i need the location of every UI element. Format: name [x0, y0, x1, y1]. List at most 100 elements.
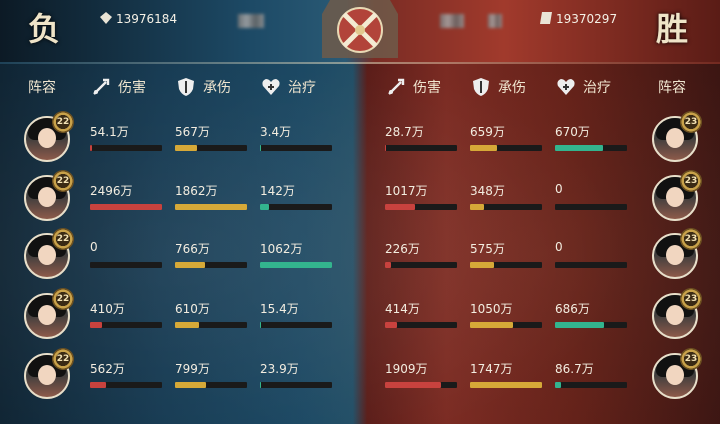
- battle-stats-screen: 负 13976184 19370297 胜 阵容 伤害 承伤 治疗 伤害 承伤: [0, 0, 720, 424]
- face: [666, 128, 684, 148]
- right-tank-value: 1050万: [470, 302, 513, 316]
- left-tank-bar-fill: [175, 262, 205, 268]
- left-tank-bar: [175, 382, 247, 388]
- right-heal-bar: [555, 262, 627, 268]
- header-label: 伤害: [413, 80, 441, 96]
- right-heal-bar: [555, 382, 627, 388]
- left-tank-bar-fill: [175, 145, 197, 151]
- left-damage-bar-fill: [90, 322, 102, 328]
- face: [666, 305, 684, 325]
- left-damage-bar: [90, 262, 162, 268]
- right-damage-bar-fill: [385, 204, 416, 210]
- left-damage-bar: [90, 382, 162, 388]
- left-damage-bar: [90, 204, 162, 210]
- left-hero-level-badge-1: 22: [52, 111, 74, 133]
- right-heal-value: 686万: [555, 302, 590, 316]
- left-heal-value: 142万: [260, 184, 295, 198]
- right-heal-bar: [555, 145, 627, 151]
- left-heal-bar-fill: [260, 322, 262, 328]
- heal-icon: [555, 76, 577, 98]
- right-hero-level-badge-2: 23: [680, 170, 702, 192]
- right-hero-level-badge-3: 23: [680, 228, 702, 250]
- right-tank-bar-fill: [470, 145, 498, 151]
- right-player-name-blurred-1: [440, 14, 464, 28]
- left-heal-bar-fill: [260, 145, 261, 151]
- right-hero-level-badge-4: 23: [680, 288, 702, 310]
- left-heal-bar: [260, 204, 332, 210]
- right-tank-value: 575万: [470, 242, 505, 256]
- left-hero-level-badge-4: 22: [52, 288, 74, 310]
- right-tank-bar: [470, 322, 542, 328]
- damage-icon: [385, 76, 407, 98]
- right-tank-header: 承伤: [470, 76, 526, 98]
- left-tank-value: 1862万: [175, 184, 218, 198]
- left-tank-header: 承伤: [175, 76, 231, 98]
- right-damage-bar: [385, 382, 457, 388]
- left-tank-bar: [175, 262, 247, 268]
- right-result-label: 胜: [656, 10, 689, 48]
- right-tank-bar-fill: [470, 382, 542, 388]
- right-tank-bar-fill: [470, 322, 514, 328]
- right-heal-bar: [555, 322, 627, 328]
- left-score: 13976184: [100, 12, 177, 26]
- left-hero-level-badge-2: 22: [52, 170, 74, 192]
- right-heal-value: 0: [555, 240, 563, 254]
- right-tank-value: 1747万: [470, 362, 513, 376]
- left-tank-bar-fill: [175, 322, 199, 328]
- left-heal-bar: [260, 145, 332, 151]
- left-damage-value: 54.1万: [90, 125, 129, 139]
- left-hero-level-badge-5: 22: [52, 348, 74, 370]
- left-tank-bar: [175, 322, 247, 328]
- header-label: 治疗: [288, 80, 316, 96]
- gem-icon: [100, 12, 112, 24]
- header-label: 伤害: [118, 80, 146, 96]
- right-lineup-header: 阵容: [658, 80, 686, 96]
- damage-icon: [90, 76, 112, 98]
- right-damage-bar: [385, 262, 457, 268]
- right-damage-bar: [385, 145, 457, 151]
- heal-icon: [260, 76, 282, 98]
- left-tank-value: 567万: [175, 125, 210, 139]
- right-tank-bar: [470, 382, 542, 388]
- right-hero-level-badge-1: 23: [680, 111, 702, 133]
- right-heal-bar: [555, 204, 627, 210]
- face: [666, 365, 684, 385]
- left-damage-bar: [90, 322, 162, 328]
- right-tank-bar-fill: [470, 262, 494, 268]
- right-score-value: 19370297: [556, 12, 618, 26]
- header-label: 治疗: [583, 80, 611, 96]
- face: [38, 187, 56, 207]
- right-tank-value: 659万: [470, 125, 505, 139]
- gem-icon: [540, 12, 552, 24]
- left-tank-value: 610万: [175, 302, 210, 316]
- header-label: 承伤: [498, 80, 526, 96]
- left-lineup-header: 阵容: [28, 80, 56, 96]
- right-damage-bar: [385, 204, 457, 210]
- shield-icon: [470, 76, 492, 98]
- left-heal-bar: [260, 262, 332, 268]
- right-damage-bar-fill: [385, 145, 387, 151]
- right-damage-value: 414万: [385, 302, 420, 316]
- left-damage-value: 2496万: [90, 184, 133, 198]
- left-heal-value: 1062万: [260, 242, 303, 256]
- left-score-value: 13976184: [116, 12, 178, 26]
- right-heal-bar-fill: [555, 322, 604, 328]
- left-heal-value: 15.4万: [260, 302, 299, 316]
- left-tank-value: 799万: [175, 362, 210, 376]
- right-heal-value: 86.7万: [555, 362, 594, 376]
- crossed-swords-emblem-icon: [322, 0, 398, 58]
- shield-icon: [175, 76, 197, 98]
- left-damage-value: 562万: [90, 362, 125, 376]
- right-tank-bar: [470, 262, 542, 268]
- left-player-name-blurred: [238, 14, 264, 28]
- left-damage-bar-fill: [90, 204, 162, 210]
- left-heal-bar-fill: [260, 262, 332, 268]
- right-damage-value: 1017万: [385, 184, 428, 198]
- left-damage-value: 410万: [90, 302, 125, 316]
- right-damage-value: 1909万: [385, 362, 428, 376]
- right-damage-value: 28.7万: [385, 125, 424, 139]
- right-hero-level-badge-5: 23: [680, 348, 702, 370]
- right-tank-value: 348万: [470, 184, 505, 198]
- right-score: 19370297: [540, 12, 617, 26]
- face: [38, 128, 56, 148]
